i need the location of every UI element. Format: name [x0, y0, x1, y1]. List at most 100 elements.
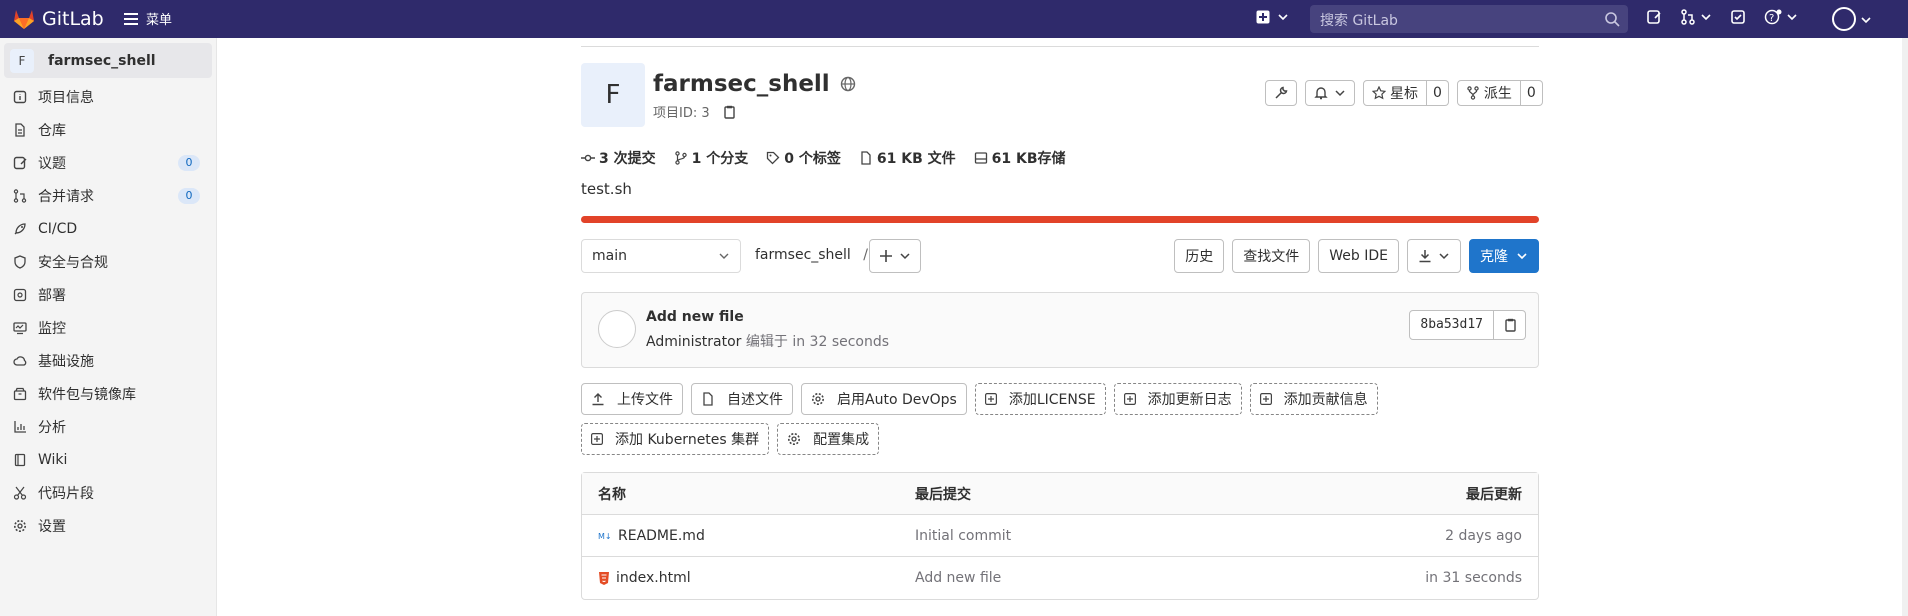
storage-stat[interactable]: 61 KB存储: [974, 148, 1066, 168]
admin-settings-button[interactable]: [1265, 80, 1297, 106]
plus-icon: [880, 250, 892, 262]
gitlab-logo[interactable]: GitLab: [12, 8, 104, 30]
tanuki-icon: [14, 10, 34, 29]
commit-author[interactable]: Administrator: [646, 334, 741, 350]
merge-requests-nav-button[interactable]: [1680, 9, 1712, 25]
add-to-tree-button[interactable]: [869, 239, 921, 273]
breadcrumb-root[interactable]: farmsec_shell: [755, 247, 851, 263]
table-row[interactable]: M↓ README.md Initial commit 2 days ago: [582, 515, 1538, 557]
todos-nav-button[interactable]: [1730, 9, 1746, 25]
web-ide-button[interactable]: Web IDE: [1318, 239, 1399, 273]
star-button[interactable]: 星标: [1363, 80, 1427, 106]
tags-count: 0 个标签: [784, 151, 841, 167]
fork-button[interactable]: 派生: [1456, 80, 1521, 106]
plus-square-icon: [984, 393, 1003, 405]
storage-size: 61 KB存储: [991, 151, 1066, 167]
file-commit[interactable]: Add new file: [915, 570, 1001, 586]
notification-button[interactable]: [1305, 80, 1355, 106]
quick-action-label: 配置集成: [813, 432, 870, 448]
menu-button[interactable]: 菜单: [124, 9, 172, 28]
scrollbar[interactable]: [1902, 38, 1908, 616]
quick-action-button[interactable]: 启用Auto DevOps: [801, 383, 967, 415]
files-stat[interactable]: 61 KB 文件: [859, 148, 956, 168]
table-row[interactable]: index.html Add new file in 31 seconds: [582, 557, 1538, 599]
todo-check-icon: [1731, 10, 1745, 24]
copy-sha-button[interactable]: [1494, 310, 1526, 340]
sidebar-item[interactable]: 监控: [0, 311, 216, 344]
sidebar-item[interactable]: CI/CD: [0, 212, 216, 245]
tag-icon: [767, 151, 780, 165]
sidebar-item[interactable]: 安全与合规: [0, 245, 216, 278]
commit-sha[interactable]: 8ba53d17: [1409, 310, 1494, 340]
sidebar-item[interactable]: 合并请求 0: [0, 179, 216, 212]
star-label: 星标: [1390, 86, 1418, 102]
sidebar-project-name: farmsec_shell: [48, 52, 156, 69]
fork-count[interactable]: 0: [1520, 80, 1543, 106]
file-updated: 2 days ago: [1445, 527, 1522, 544]
package-icon: [12, 386, 28, 402]
user-avatar[interactable]: [1832, 7, 1856, 31]
commit-sha-group: 8ba53d17: [1409, 310, 1526, 340]
quick-action-button[interactable]: 添加更新日志: [1113, 383, 1242, 415]
quick-action-button[interactable]: 自述文件: [691, 383, 793, 415]
quick-action-button[interactable]: 添加 Kubernetes 集群: [581, 423, 770, 455]
sidebar-project-header[interactable]: F farmsec_shell: [4, 43, 212, 78]
project-id-text: 项目ID: 3: [653, 106, 710, 121]
sidebar-item[interactable]: 部署: [0, 278, 216, 311]
find-file-button[interactable]: 查找文件: [1232, 239, 1311, 273]
file-commit[interactable]: Initial commit: [915, 528, 1011, 544]
branches-stat[interactable]: 1 个分支: [674, 148, 748, 168]
commits-stat[interactable]: 3 次提交: [581, 148, 656, 168]
chevron-down-icon[interactable]: [1860, 14, 1872, 26]
divider: [581, 46, 1539, 47]
sidebar-item[interactable]: 分析: [0, 410, 216, 443]
search-input[interactable]: 搜索 GitLab: [1310, 5, 1628, 33]
main-content: F farmsec_shell 项目ID: 3 星标 0 派生 0 3 次提交 …: [217, 38, 1908, 616]
readme-icon: [701, 392, 721, 406]
sidebar-item[interactable]: 项目信息: [0, 80, 216, 113]
header-name: 名称: [598, 486, 626, 503]
quick-action-button[interactable]: 配置集成: [777, 423, 880, 455]
clone-button[interactable]: 克隆: [1469, 239, 1539, 273]
commit-title[interactable]: Add new file: [646, 309, 744, 325]
file-icon: [861, 151, 871, 165]
file-name-cell[interactable]: M↓ README.md: [598, 528, 705, 544]
sidebar-item[interactable]: 软件包与镜像库: [0, 377, 216, 410]
rocket-icon: [12, 221, 28, 237]
branch-selector[interactable]: main: [581, 239, 741, 273]
help-nav-button[interactable]: ?: [1764, 9, 1798, 25]
sidebar-item[interactable]: 代码片段: [0, 476, 216, 509]
chevron-down-icon: [719, 253, 729, 259]
snippet-icon: [12, 485, 28, 501]
project-description: test.sh: [581, 180, 632, 198]
history-button[interactable]: 历史: [1174, 239, 1225, 273]
copy-icon[interactable]: [722, 105, 736, 119]
project-sidebar: F farmsec_shell 项目信息 仓库 议题 0 合并请求 0 CI/CD 安全与合规…: [0, 38, 217, 616]
tags-stat[interactable]: 0 个标签: [766, 148, 841, 168]
quick-action-button[interactable]: 添加LICENSE: [974, 383, 1106, 415]
monitor-icon: [12, 320, 28, 336]
quick-action-button[interactable]: 上传文件: [581, 383, 683, 415]
copy-icon: [1504, 318, 1516, 332]
plus-square-icon: [1256, 10, 1270, 24]
sidebar-item[interactable]: 仓库: [0, 113, 216, 146]
branch-icon: [674, 151, 687, 165]
sidebar-item[interactable]: 设置: [0, 509, 216, 542]
issues-nav-button[interactable]: [1646, 9, 1662, 25]
book-icon: [12, 452, 28, 468]
sidebar-item[interactable]: 基础设施: [0, 344, 216, 377]
create-new-button[interactable]: [1256, 10, 1290, 24]
count-badge: 0: [178, 188, 200, 204]
issues-icon: [1647, 10, 1661, 24]
commits-count: 3 次提交: [599, 151, 656, 167]
quick-action-button[interactable]: 添加贡献信息: [1249, 383, 1378, 415]
quick-action-label: 添加 Kubernetes 集群: [615, 432, 760, 448]
top-navbar: GitLab 菜单 搜索 GitLab ?: [0, 0, 1908, 38]
file-name-cell[interactable]: index.html: [598, 570, 691, 586]
commit-author-avatar[interactable]: [598, 310, 636, 348]
sidebar-item[interactable]: Wiki: [0, 443, 216, 476]
star-count[interactable]: 0: [1427, 80, 1449, 106]
sidebar-item-label: 监控: [38, 320, 66, 337]
download-button[interactable]: [1407, 239, 1461, 273]
sidebar-item[interactable]: 议题 0: [0, 146, 216, 179]
